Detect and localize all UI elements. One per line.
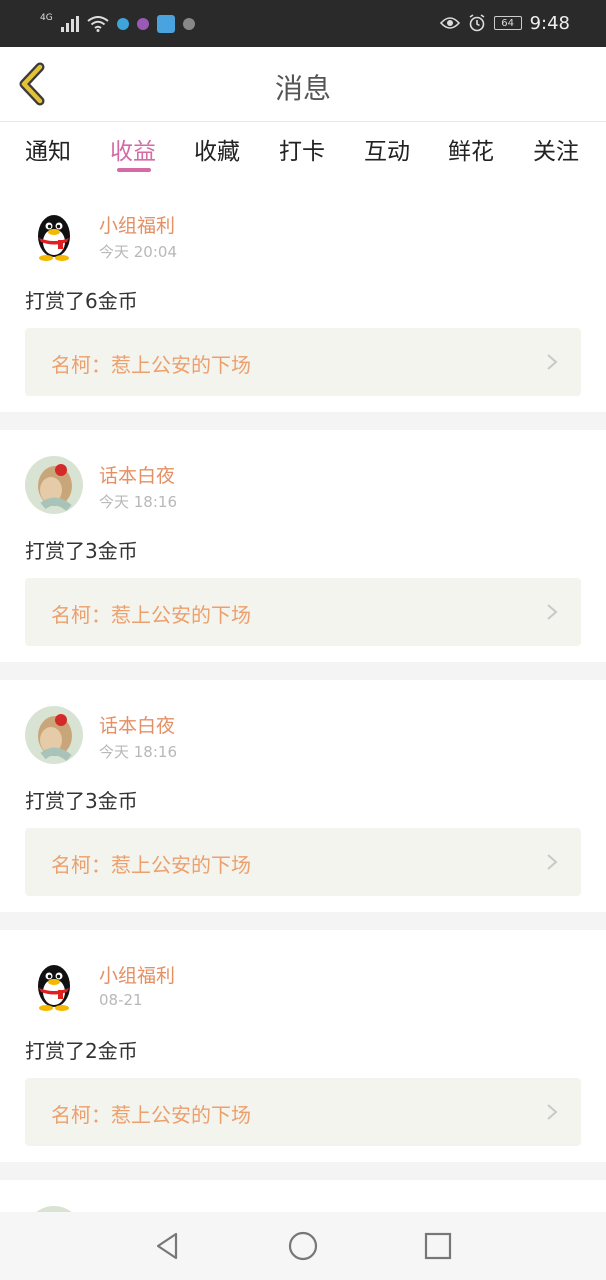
message-text: 打赏了3金币 [25, 789, 138, 813]
timestamp: 今天 18:16 [99, 743, 177, 761]
message-card: 小组福利 08-21 打赏了2金币 名柯：惹上公安的下场 [0, 930, 606, 1162]
avatar[interactable] [25, 706, 83, 764]
message-card: 话本白夜 今天 18:16 打赏了3金币 名柯：惹上公安的下场 [0, 680, 606, 912]
tab-favorites[interactable]: 收藏 [194, 132, 240, 166]
app-notification-icon [136, 18, 149, 30]
work-link[interactable]: 名柯：惹上公安的下场 [25, 328, 581, 396]
timestamp: 08-21 [99, 991, 143, 1009]
more-notifications-icon [182, 18, 195, 30]
timestamp: 今天 20:04 [99, 243, 177, 261]
status-bar: 4G 64 9:48 [0, 0, 606, 47]
clock: 9:48 [529, 12, 570, 34]
chevron-right-icon [547, 354, 558, 370]
tab-interactions[interactable]: 互动 [364, 132, 410, 166]
chevron-right-icon [547, 1104, 558, 1120]
work-link-title: 名柯：惹上公安的下场 [51, 853, 251, 877]
tab-following[interactable]: 关注 [533, 132, 579, 166]
work-link[interactable]: 名柯：惹上公安的下场 [25, 578, 581, 646]
message-card: 小组福利 今天 20:04 打赏了6金币 名柯：惹上公安的下场 [0, 180, 606, 412]
tab-bar: 通知 收益 收藏 打卡 互动 鲜花 关注 [0, 122, 606, 180]
avatar[interactable] [25, 456, 83, 514]
username[interactable]: 话本白夜 [99, 711, 175, 738]
app-notification-icon [116, 18, 129, 30]
tab-flowers[interactable]: 鲜花 [448, 132, 494, 166]
tab-earnings[interactable]: 收益 [110, 132, 156, 166]
page-title: 消息 [274, 72, 331, 105]
header: 消息 [0, 47, 606, 122]
username[interactable]: 小组福利 [99, 961, 175, 988]
message-text: 打赏了6金币 [25, 289, 138, 313]
wifi-icon [87, 16, 109, 32]
username[interactable]: 小组福利 [99, 211, 175, 238]
work-link-title: 名柯：惹上公安的下场 [51, 1103, 251, 1127]
active-tab-indicator [117, 168, 151, 172]
signal-icon [60, 16, 79, 32]
work-link-title: 名柯：惹上公安的下场 [51, 353, 251, 377]
back-triangle-icon[interactable] [152, 1230, 184, 1262]
tab-notifications[interactable]: 通知 [25, 132, 71, 166]
chevron-right-icon [547, 854, 558, 870]
app-notification-icon [156, 15, 175, 33]
alarm-icon [469, 14, 485, 32]
avatar[interactable] [25, 206, 83, 264]
message-text: 打赏了3金币 [25, 539, 138, 563]
network-type: 4G [40, 13, 53, 23]
chevron-right-icon [547, 604, 558, 620]
tab-checkin[interactable]: 打卡 [279, 132, 325, 166]
message-list: 小组福利 今天 20:04 打赏了6金币 名柯：惹上公安的下场 话本白夜 今天 … [0, 180, 606, 1240]
timestamp: 今天 18:16 [99, 493, 177, 511]
penguin-avatar-icon [25, 956, 83, 1014]
avatar[interactable] [25, 956, 83, 1014]
work-link[interactable]: 名柯：惹上公安的下场 [25, 828, 581, 896]
girl-photo-avatar-icon [25, 706, 83, 764]
recents-square-icon[interactable] [422, 1230, 454, 1262]
eye-icon [439, 17, 460, 29]
work-link-title: 名柯：惹上公安的下场 [51, 603, 251, 627]
message-text: 打赏了2金币 [25, 1039, 138, 1063]
home-circle-icon[interactable] [287, 1230, 319, 1262]
girl-photo-avatar-icon [25, 456, 83, 514]
message-card: 话本白夜 今天 18:16 打赏了3金币 名柯：惹上公安的下场 [0, 430, 606, 662]
work-link[interactable]: 名柯：惹上公安的下场 [25, 1078, 581, 1146]
penguin-avatar-icon [25, 206, 83, 264]
system-nav-bar [0, 1212, 606, 1280]
battery-indicator: 64 [493, 16, 522, 30]
username[interactable]: 话本白夜 [99, 461, 175, 488]
